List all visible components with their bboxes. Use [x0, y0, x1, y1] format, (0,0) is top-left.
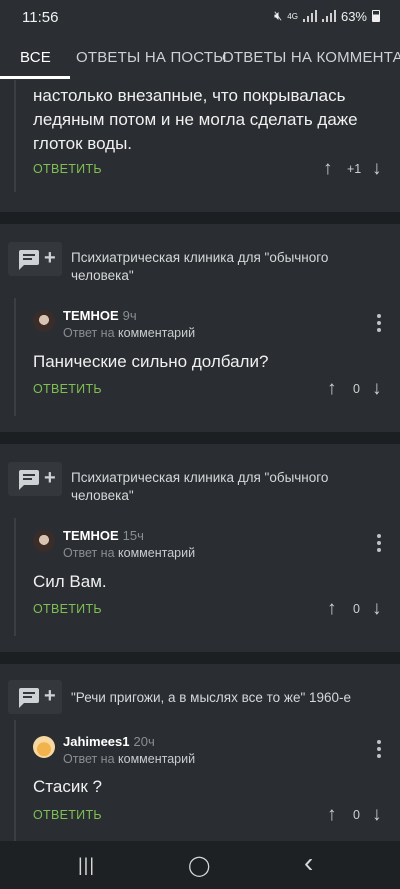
comment-card: настолько внезапные, что покрывалась лед… [0, 80, 400, 212]
downvote-icon[interactable]: ↓ [372, 378, 382, 400]
system-nav-bar: ||| ◯ ‹ [0, 841, 400, 889]
status-bar: 11:56 🔇︎ 4G 63% [0, 0, 400, 34]
comment-line: глоток воды. [33, 134, 133, 153]
thread-line [14, 298, 16, 416]
downvote-icon[interactable]: ↓ [372, 804, 382, 826]
battery-level: 63% [340, 8, 367, 24]
thread-line [14, 720, 16, 841]
author-name: ТЕМНОЕ [63, 528, 119, 543]
signal-icon-2 [321, 10, 336, 22]
downvote-icon[interactable]: ↓ [372, 598, 382, 620]
upvote-icon[interactable]: ↑ [327, 804, 337, 826]
upvote-icon[interactable]: ↑ [327, 598, 337, 620]
comment-author[interactable]: ТЕМНОЕ 9ч [63, 308, 137, 323]
avatar[interactable] [33, 310, 55, 332]
author-name: ТЕМНОЕ [63, 308, 119, 323]
upvote-icon[interactable]: ↑ [327, 378, 337, 400]
upvote-icon[interactable]: ↑ [323, 158, 333, 180]
reply-button[interactable]: ОТВЕТИТЬ [33, 602, 102, 616]
comment-author[interactable]: ТЕМНОЕ 15ч [63, 528, 144, 543]
comment-line: ледяным потом и не могла сделать даже [33, 110, 358, 129]
tab-bar: ВСЕ ОТВЕТЫ НА ПОСТЫ ОТВЕТЫ НА КОММЕНТАР [0, 34, 400, 80]
tab-comment-replies[interactable]: ОТВЕТЫ НА КОММЕНТАР [222, 49, 400, 66]
home-icon[interactable]: ◯ [188, 853, 210, 878]
comment-add-icon: + [8, 462, 62, 496]
reply-button[interactable]: ОТВЕТИТЬ [33, 382, 102, 396]
downvote-icon[interactable]: ↓ [372, 158, 382, 180]
avatar[interactable] [33, 530, 55, 552]
comment-text: Стасик ? [33, 777, 102, 796]
author-name: Jahimees1 [63, 734, 130, 749]
notification-card: + Психиатрическая клиника для "обычного … [0, 224, 400, 432]
post-title-line: Психиатрическая клиника для "обычного [71, 470, 329, 485]
comment-time: 9ч [122, 308, 137, 323]
reply-context: Ответ на комментарий [63, 326, 195, 340]
thread-line [14, 518, 16, 636]
comment-time: 15ч [122, 528, 144, 543]
post-title-line: человека" [71, 268, 134, 283]
comment-add-icon: + [8, 680, 62, 714]
more-options-icon[interactable] [377, 740, 381, 758]
reply-prefix: Ответ на [63, 546, 115, 560]
comment-time: 20ч [133, 734, 155, 749]
comment-text: настолько внезапные, что покрывалась лед… [33, 84, 358, 156]
status-icons: 🔇︎ 4G 63% [274, 8, 380, 24]
reply-prefix: Ответ на [63, 326, 115, 340]
comment-add-icon: + [8, 242, 62, 276]
separator [0, 652, 400, 664]
reply-button[interactable]: ОТВЕТИТЬ [33, 808, 102, 822]
separator [0, 432, 400, 444]
reply-context: Ответ на комментарий [63, 752, 195, 766]
more-options-icon[interactable] [377, 534, 381, 552]
comment-text: Сил Вам. [33, 572, 107, 591]
reply-button[interactable]: ОТВЕТИТЬ [33, 162, 102, 176]
reply-context: Ответ на комментарий [63, 546, 195, 560]
post-title-line: человека" [71, 488, 134, 503]
recents-icon[interactable]: ||| [78, 855, 95, 876]
status-time: 11:56 [22, 9, 59, 26]
notification-card: + "Речи пригожи, а в мыслях все то же" 1… [0, 664, 400, 841]
tab-all[interactable]: ВСЕ [20, 49, 51, 66]
avatar[interactable] [33, 736, 55, 758]
reply-target-link[interactable]: комментарий [118, 546, 195, 560]
more-options-icon[interactable] [377, 314, 381, 332]
post-title[interactable]: Психиатрическая клиника для "обычного че… [71, 469, 371, 505]
rating-count: 0 [353, 602, 360, 616]
comment-author[interactable]: Jahimees1 20ч [63, 734, 155, 749]
reply-target-link[interactable]: комментарий [118, 326, 195, 340]
post-title[interactable]: "Речи пригожи, а в мыслях все то же" 196… [71, 689, 371, 707]
notification-card: + Психиатрическая клиника для "обычного … [0, 444, 400, 652]
comment-line: настолько внезапные, что покрывалась [33, 86, 346, 105]
battery-icon [372, 10, 380, 22]
comment-text: Панические сильно долбали? [33, 352, 269, 371]
post-title-line: "Речи пригожи, а в мыслях все то же" 196… [71, 690, 352, 705]
tab-post-replies[interactable]: ОТВЕТЫ НА ПОСТЫ [76, 49, 227, 66]
active-tab-indicator [0, 76, 70, 79]
rating-count: 0 [353, 808, 360, 822]
separator [0, 212, 400, 224]
signal-icon [302, 10, 317, 22]
network-label: 4G [287, 11, 298, 21]
reply-prefix: Ответ на [63, 752, 115, 766]
back-icon[interactable]: ‹ [304, 847, 313, 879]
post-title[interactable]: Психиатрическая клиника для "обычного че… [71, 249, 371, 285]
rating-count: +1 [347, 162, 362, 176]
thread-line [14, 80, 16, 192]
rating-count: 0 [353, 382, 360, 396]
post-title-line: Психиатрическая клиника для "обычного [71, 250, 329, 265]
reply-target-link[interactable]: комментарий [118, 752, 195, 766]
mute-icon: 🔇︎ [274, 8, 283, 23]
